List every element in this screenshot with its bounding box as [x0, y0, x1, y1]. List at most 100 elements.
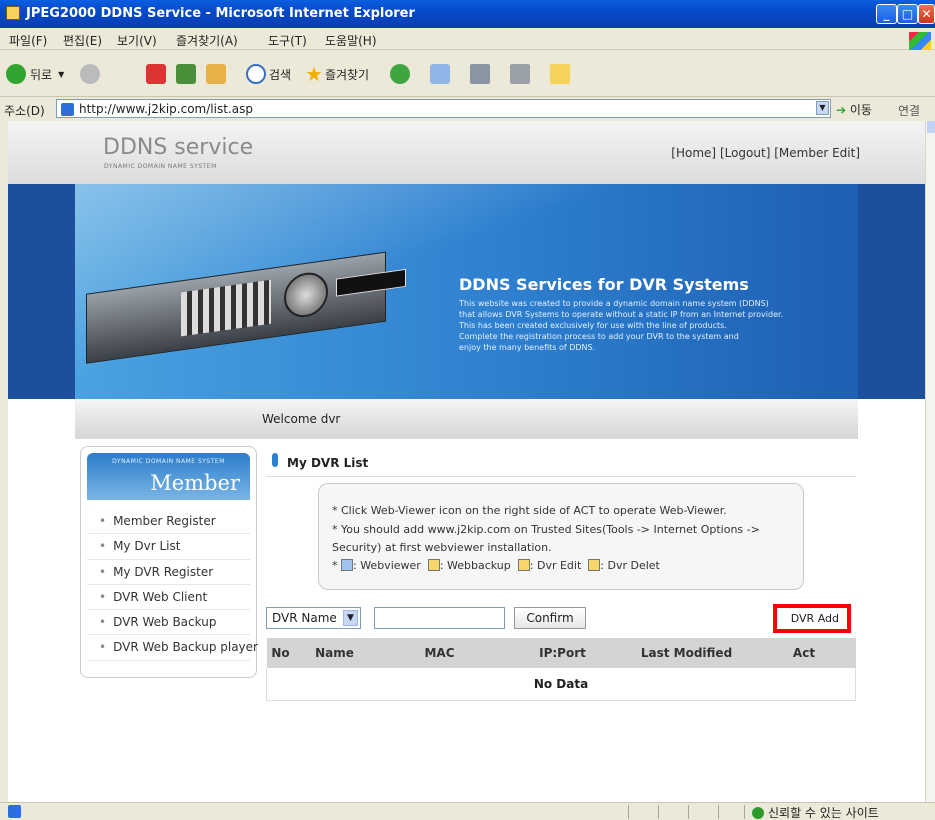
sidebar-item-dvr-web-client[interactable]: DVR Web Client: [87, 585, 250, 611]
check-icon: [752, 807, 764, 819]
menu-edit[interactable]: 편집(E): [63, 32, 102, 49]
site-header: DDNS service DYNAMIC DOMAIN NAME SYSTEM …: [8, 121, 925, 184]
search-icon: [246, 64, 266, 84]
top-links: [Home] [Logout] [Member Edit]: [671, 146, 860, 160]
dvr-list-table: No Name MAC IP:Port Last Modified Act No…: [266, 638, 856, 701]
site-logo-subtitle: DYNAMIC DOMAIN NAME SYSTEM: [104, 163, 217, 170]
menu-tools[interactable]: 도구(T): [268, 32, 307, 49]
webviewer-icon: [341, 559, 353, 571]
member-menu: Member Register My Dvr List My DVR Regis…: [87, 509, 258, 661]
address-dropdown-icon[interactable]: ▼: [816, 101, 829, 115]
links-button[interactable]: 연결: [898, 102, 920, 119]
dvr-delete-icon: [588, 559, 601, 571]
search-field-value: DVR Name: [272, 611, 337, 625]
stop-button[interactable]: [146, 63, 166, 85]
sidebar-item-my-dvr-list[interactable]: My Dvr List: [87, 534, 250, 560]
search-keyword-input[interactable]: [374, 607, 505, 629]
member-header: DYNAMIC DOMAIN NAME SYSTEM Member: [87, 453, 250, 500]
menu-help[interactable]: 도움말(H): [325, 32, 377, 49]
page-icon: [61, 103, 74, 116]
menu-bar: 파일(F) 편집(E) 보기(V) 즐겨찾기(A) 도구(T) 도움말(H): [0, 28, 935, 50]
confirm-button[interactable]: Confirm: [514, 607, 586, 629]
star-icon: ★: [305, 62, 323, 86]
menu-favorites[interactable]: 즐겨찾기(A): [176, 32, 238, 49]
print-button[interactable]: [470, 63, 490, 85]
sidebar-item-dvr-web-backup[interactable]: DVR Web Backup: [87, 610, 250, 636]
toolbar: 뒤로 ▼ 검색 ★ 즐겨찾기: [0, 51, 935, 97]
favorites-button[interactable]: ★ 즐겨찾기: [305, 62, 369, 86]
section-title: My DVR List: [287, 456, 369, 470]
empty-message: No Data: [266, 668, 856, 701]
col-last-modified[interactable]: Last Modified: [620, 638, 753, 668]
logout-link[interactable]: [Logout]: [720, 146, 770, 160]
back-label: 뒤로: [30, 67, 53, 82]
search-field-select[interactable]: DVR Name ▼: [266, 607, 361, 629]
page-status-icon: [8, 805, 21, 818]
security-zone-label: 신뢰할 수 있는 사이트: [768, 806, 879, 820]
history-button[interactable]: [390, 63, 410, 85]
back-arrow-icon: [6, 64, 26, 84]
security-zone: 신뢰할 수 있는 사이트: [752, 804, 879, 820]
col-no[interactable]: No: [266, 638, 295, 668]
forward-button[interactable]: [80, 63, 100, 85]
maximize-button[interactable]: □: [897, 4, 918, 24]
dvr-add-button[interactable]: DVR Add: [773, 604, 851, 633]
address-label: 주소(D): [4, 104, 45, 118]
back-button[interactable]: 뒤로 ▼: [6, 63, 64, 85]
welcome-bar: Welcome dvr: [75, 399, 858, 439]
browser-viewport: DDNS service DYNAMIC DOMAIN NAME SYSTEM …: [8, 121, 925, 802]
menu-view[interactable]: 보기(V): [117, 32, 157, 49]
note-line: * You should add www.j2kip.com on Truste…: [332, 523, 760, 536]
menu-file[interactable]: 파일(F): [9, 32, 47, 49]
close-button[interactable]: ✕: [918, 4, 935, 24]
chevron-down-icon: ▼: [58, 69, 65, 79]
forward-arrow-icon: [80, 64, 100, 84]
go-label: 이동: [849, 103, 872, 117]
table-header-row: No Name MAC IP:Port Last Modified Act: [266, 638, 856, 668]
sidebar-item-dvr-web-backup-player[interactable]: DVR Web Backup player: [87, 635, 258, 661]
messenger-button[interactable]: [550, 63, 570, 85]
col-name[interactable]: Name: [294, 638, 375, 668]
ie-page-icon: [6, 6, 20, 20]
vertical-scrollbar[interactable]: [925, 121, 935, 802]
search-button[interactable]: 검색: [246, 63, 291, 85]
col-mac[interactable]: MAC: [374, 638, 505, 668]
window-title: JPEG2000 DDNS Service - Microsoft Intern…: [26, 6, 415, 21]
banner-description: This website was created to provide a dy…: [459, 299, 784, 352]
mail-button[interactable]: [430, 63, 450, 85]
col-ip-port[interactable]: IP:Port: [504, 638, 621, 668]
mail-icon: [430, 64, 450, 84]
address-url: http://www.j2kip.com/list.asp: [79, 102, 253, 116]
note-line: * Click Web-Viewer icon on the right sid…: [332, 504, 727, 517]
status-bar: 신뢰할 수 있는 사이트: [0, 802, 935, 820]
section-marker-icon: [272, 453, 278, 467]
address-input[interactable]: http://www.j2kip.com/list.asp: [56, 99, 831, 118]
welcome-text: Welcome dvr: [262, 412, 341, 426]
home-button[interactable]: [206, 63, 226, 85]
edit-page-button[interactable]: [510, 63, 530, 85]
member-sidebar: DYNAMIC DOMAIN NAME SYSTEM Member Member…: [80, 446, 258, 678]
section-header: My DVR List: [266, 447, 856, 477]
member-header-subtitle: DYNAMIC DOMAIN NAME SYSTEM: [112, 458, 225, 465]
go-button[interactable]: ➔ 이동: [836, 101, 872, 118]
minimize-button[interactable]: _: [876, 4, 897, 24]
col-act[interactable]: Act: [752, 638, 856, 668]
scrollbar-thumb[interactable]: [927, 121, 935, 133]
refresh-icon: [176, 64, 196, 84]
home-link[interactable]: [Home]: [671, 146, 716, 160]
edit-icon: [510, 64, 530, 84]
sidebar-item-member-register[interactable]: Member Register: [87, 509, 250, 535]
windows-logo-icon: [909, 32, 931, 50]
member-header-title: Member: [150, 471, 240, 495]
refresh-button[interactable]: [176, 63, 196, 85]
window-title-bar: JPEG2000 DDNS Service - Microsoft Intern…: [0, 0, 935, 28]
note-line: Security) at first webviewer installatio…: [332, 541, 552, 554]
webbackup-icon: [427, 559, 440, 571]
member-edit-link[interactable]: [Member Edit]: [774, 146, 860, 160]
go-arrow-icon: ➔: [836, 103, 847, 117]
search-form: DVR Name ▼ Confirm DVR Add: [266, 604, 856, 633]
site-logo[interactable]: DDNS service: [103, 135, 253, 160]
sidebar-item-my-dvr-register[interactable]: My DVR Register: [87, 560, 250, 585]
table-row: No Data: [266, 668, 856, 701]
chevron-down-icon: ▼: [343, 610, 358, 626]
